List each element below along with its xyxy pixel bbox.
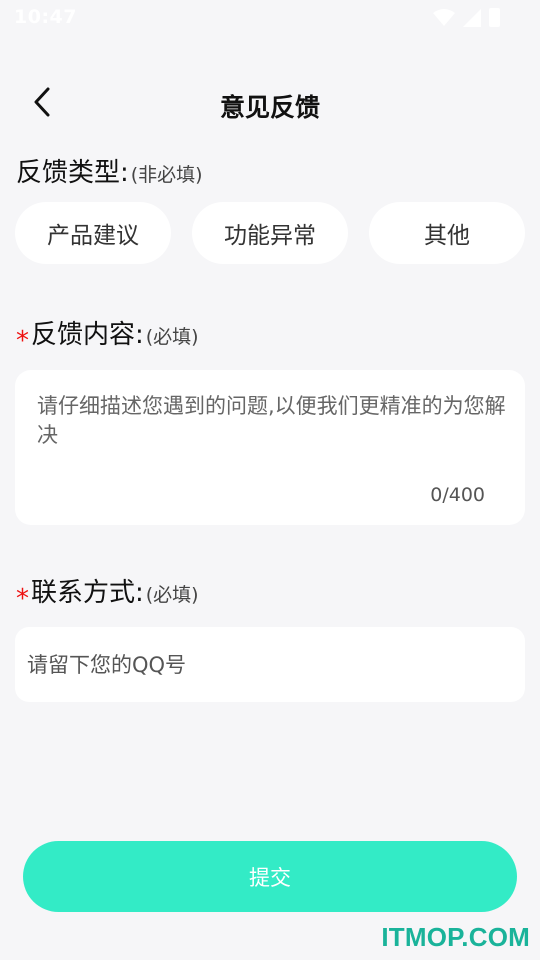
watermark-logo: ITMOP.COM bbox=[381, 922, 530, 952]
feedback-content-card: 0/400 bbox=[15, 370, 525, 525]
page-title: 意见反馈 bbox=[219, 93, 320, 122]
feedback-type-options: 产品建议 功能异常 其他 bbox=[15, 202, 525, 264]
char-counter: 0/400 bbox=[430, 484, 485, 506]
feedback-type-label: 反馈类型: (非必填) bbox=[16, 152, 203, 189]
contact-note: (必填) bbox=[145, 584, 199, 606]
feedback-type-note: (非必填) bbox=[130, 164, 203, 186]
status-icons bbox=[433, 8, 500, 27]
status-bar: 10:47 bbox=[0, 0, 540, 36]
feedback-type-label-text: 反馈类型: bbox=[16, 158, 129, 188]
battery-icon bbox=[489, 8, 500, 27]
header: 意见反馈 bbox=[0, 74, 540, 134]
contact-label-text: 联系方式: bbox=[31, 578, 144, 608]
required-mark: * bbox=[16, 584, 29, 614]
wifi-icon bbox=[433, 8, 455, 27]
qq-input[interactable] bbox=[27, 627, 513, 702]
signal-icon bbox=[463, 8, 481, 27]
contact-label: * 联系方式: (必填) bbox=[16, 572, 199, 614]
contact-card bbox=[15, 627, 525, 702]
feedback-page: 10:47 意见反馈 反馈类型: (非必填) 产品建议 功能异常 其他 * 反馈… bbox=[0, 0, 540, 960]
feedback-content-label-text: 反馈内容: bbox=[31, 320, 144, 350]
status-time: 10:47 bbox=[14, 6, 77, 28]
required-mark: * bbox=[16, 326, 29, 356]
feedback-content-label: * 反馈内容: (必填) bbox=[16, 314, 199, 356]
chip-product-suggestion[interactable]: 产品建议 bbox=[15, 202, 171, 264]
chip-function-error[interactable]: 功能异常 bbox=[192, 202, 348, 264]
feedback-content-note: (必填) bbox=[145, 326, 199, 348]
submit-button[interactable]: 提交 bbox=[23, 841, 517, 912]
feedback-content-input[interactable] bbox=[37, 392, 507, 488]
chip-other[interactable]: 其他 bbox=[369, 202, 525, 264]
